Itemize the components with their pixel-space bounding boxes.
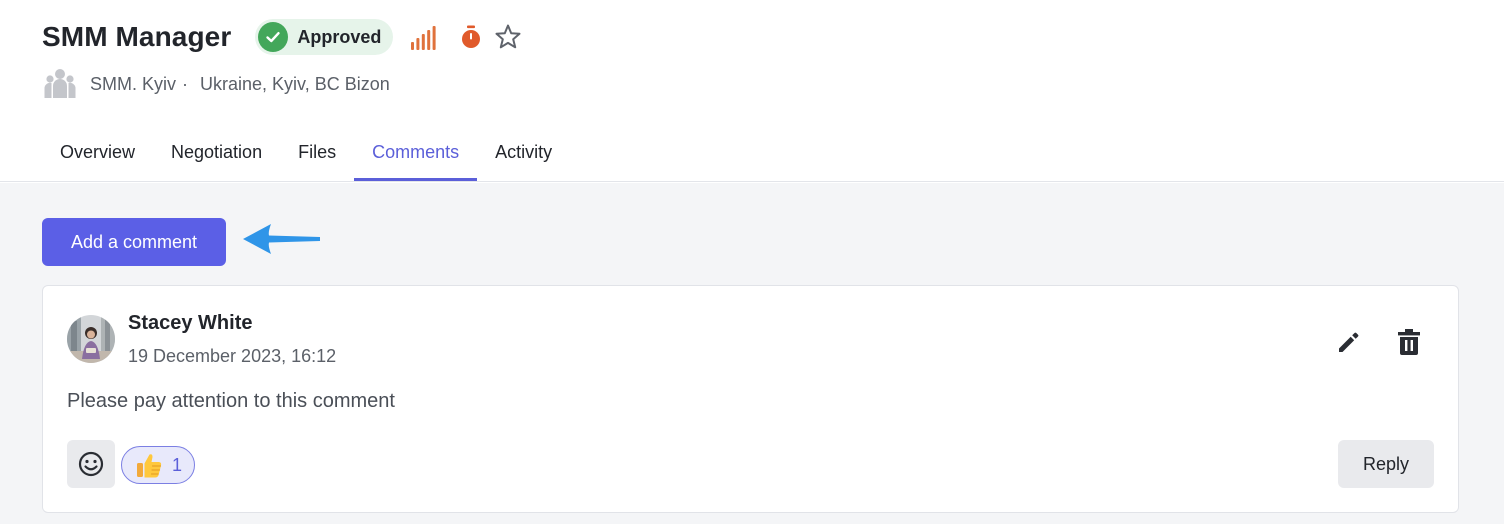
tab-negotiation[interactable]: Negotiation (153, 128, 280, 181)
tab-bar: Overview Negotiation Files Comments Acti… (42, 128, 570, 182)
status-label: Approved (297, 26, 382, 47)
delete-comment-button[interactable] (1391, 324, 1427, 360)
comment-date: 19 December 2023, 16:12 (128, 346, 337, 366)
page-title: SMM Manager (42, 21, 232, 52)
tab-activity[interactable]: Activity (477, 128, 570, 181)
meta-row: SMM. Kyiv · Ukraine, Kyiv, BC Bizon (44, 64, 390, 104)
star-outline-icon[interactable] (494, 23, 522, 51)
check-circle-icon (258, 22, 289, 52)
title-row: SMM Manager Approved (42, 18, 522, 56)
group-icon (44, 69, 76, 98)
timer-icon[interactable] (460, 25, 482, 49)
comment-card: Stacey White 19 December 2023, 16:12 Ple… (42, 285, 1459, 513)
comment-text: Please pay attention to this comment (67, 390, 395, 412)
reaction-chip-thumbs-up[interactable]: 1 (121, 446, 195, 484)
status-badge: Approved (255, 19, 394, 55)
edit-comment-button[interactable] (1331, 324, 1367, 360)
add-reaction-button[interactable] (67, 440, 115, 488)
trash-icon (1398, 329, 1420, 355)
pencil-icon (1339, 332, 1359, 352)
avatar[interactable] (67, 315, 115, 363)
reply-button[interactable]: Reply (1338, 440, 1434, 488)
location-label: Ukraine, Kyiv, BC Bizon (200, 73, 390, 94)
tab-files[interactable]: Files (280, 128, 354, 181)
page-header: SMM Manager Approved SMM. Kyiv · Ukraine… (0, 0, 1504, 182)
smiley-icon (78, 451, 104, 477)
comment-author: Stacey White (128, 312, 253, 334)
signal-bars-icon[interactable] (411, 24, 441, 50)
comments-panel: Add a comment Stacey White 19 December 2… (0, 183, 1504, 524)
meta-separator: · (182, 73, 189, 94)
reaction-count: 1 (172, 454, 183, 475)
department-label: SMM. Kyiv (90, 73, 177, 94)
thumbs-up-icon (137, 454, 162, 478)
tab-overview[interactable]: Overview (42, 128, 153, 181)
arrow-left-icon (243, 224, 320, 254)
add-comment-button[interactable]: Add a comment (42, 218, 226, 266)
tab-comments[interactable]: Comments (354, 128, 478, 181)
